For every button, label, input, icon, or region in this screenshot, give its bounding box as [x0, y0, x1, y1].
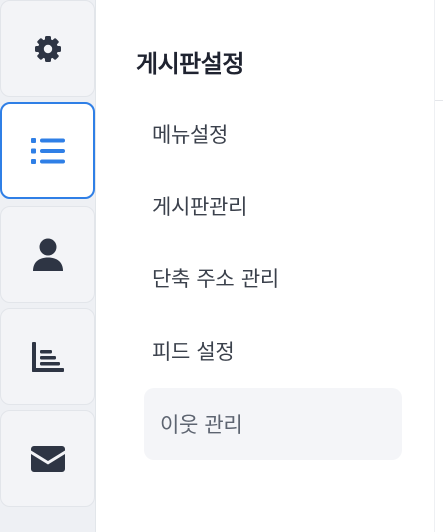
- menu-item-short-url[interactable]: 단축 주소 관리: [144, 242, 402, 314]
- list-icon: [30, 136, 65, 166]
- panel-title: 게시판설정: [136, 50, 244, 78]
- menu-item-menu-settings[interactable]: 메뉴설정: [144, 98, 402, 170]
- menu-item-label: 피드 설정: [152, 340, 235, 364]
- app-window: 게시판설정 메뉴설정 게시판관리 단축 주소 관리 피드 설정 이웃 관리: [0, 0, 443, 532]
- divider: [435, 100, 443, 101]
- person-icon: [32, 238, 63, 272]
- gear-icon: [32, 33, 64, 65]
- main-content-edge: [434, 0, 443, 532]
- menu-item-label: 이웃 관리: [160, 413, 243, 437]
- menu-item-board-management[interactable]: 게시판관리: [144, 170, 402, 242]
- icon-sidebar: [0, 0, 96, 532]
- envelope-icon: [30, 445, 65, 472]
- rail-button-board[interactable]: [0, 102, 95, 199]
- rail-button-stats[interactable]: [0, 308, 95, 405]
- menu-item-label: 단축 주소 관리: [152, 267, 279, 291]
- menu-item-feed-settings[interactable]: 피드 설정: [144, 315, 402, 387]
- menu-item-label: 메뉴설정: [152, 123, 229, 147]
- menu-item-neighbor-management[interactable]: 이웃 관리: [144, 388, 402, 460]
- menu-item-label: 게시판관리: [152, 195, 248, 219]
- chart-icon: [31, 341, 64, 372]
- settings-panel: 게시판설정 메뉴설정 게시판관리 단축 주소 관리 피드 설정 이웃 관리: [96, 0, 434, 532]
- rail-button-settings[interactable]: [0, 0, 95, 97]
- rail-button-mail[interactable]: [0, 410, 95, 507]
- rail-button-user[interactable]: [0, 206, 95, 303]
